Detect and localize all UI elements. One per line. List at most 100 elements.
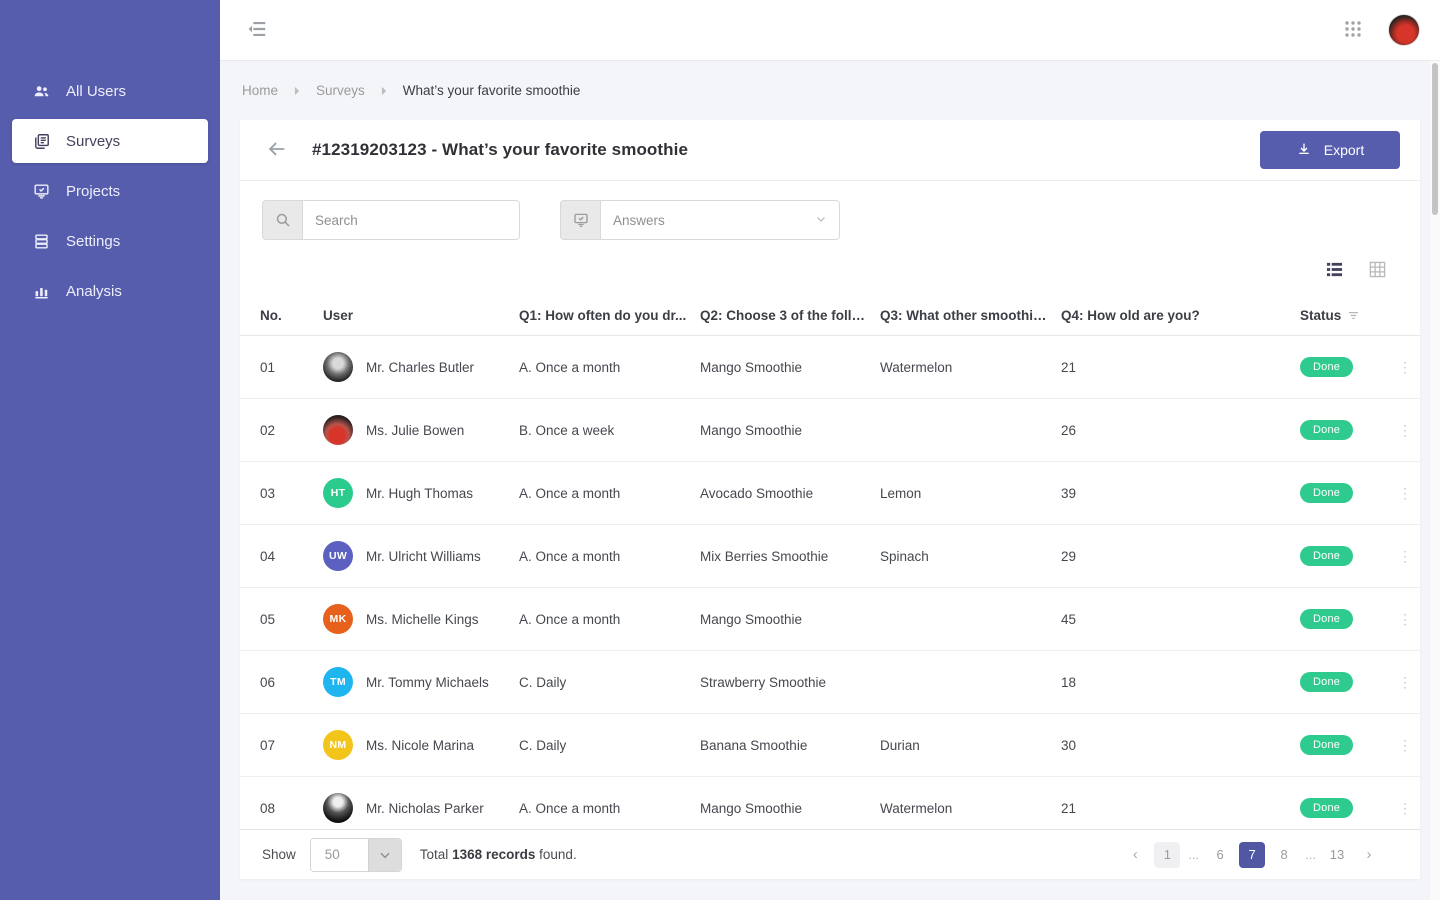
answers-select[interactable]: Answers — [600, 200, 840, 240]
pagination-page-13[interactable]: 13 — [1324, 842, 1350, 868]
sidebar-item-surveys[interactable]: Surveys — [12, 119, 208, 163]
cell-q4: 21 — [1061, 801, 1300, 816]
sidebar-item-analysis[interactable]: Analysis — [0, 266, 220, 316]
scrollbar-thumb[interactable] — [1432, 63, 1438, 215]
table-row: 01Mr. Charles ButlerA. Once a monthMango… — [240, 336, 1420, 399]
user-name: Mr. Hugh Thomas — [366, 486, 473, 501]
page-size-select[interactable]: 50 — [310, 838, 402, 872]
status-badge: Done — [1300, 672, 1353, 692]
topbar — [220, 0, 1440, 61]
list-view-icon — [1326, 261, 1343, 281]
cell-status: Done — [1300, 672, 1390, 692]
sidebar-item-label: Projects — [66, 183, 120, 200]
row-menu-button[interactable]: ⋮ — [1390, 743, 1420, 748]
cell-status: Done — [1300, 735, 1390, 755]
cell-q3: Spinach — [880, 549, 1061, 564]
breadcrumb: Home Surveys What’s your favorite smoothie — [220, 61, 1440, 120]
sidebar-collapse-button[interactable] — [242, 14, 272, 47]
total-records-text: Total 1368 records found. — [420, 847, 577, 862]
pagination-next-button[interactable]: › — [1356, 842, 1382, 868]
row-menu-button[interactable]: ⋮ — [1390, 365, 1420, 370]
breadcrumb-item-2: What’s your favorite smoothie — [403, 83, 581, 98]
row-menu-button[interactable]: ⋮ — [1390, 554, 1420, 559]
sidebar-item-label: Analysis — [66, 283, 122, 300]
row-menu-button[interactable]: ⋮ — [1390, 617, 1420, 622]
sidebar-nav: All Users Surveys Projects Settings Analysis — [0, 66, 220, 316]
sidebar-item-projects[interactable]: Projects — [0, 166, 220, 216]
cell-q2: Mango Smoothie — [700, 612, 880, 627]
main-area: Home Surveys What’s your favorite smoothie… — [220, 0, 1440, 900]
cell-user: TMMr. Tommy Michaels — [323, 667, 519, 697]
grid-view-button[interactable] — [1365, 257, 1390, 285]
sidebar-item-label: Settings — [66, 233, 120, 250]
row-menu-button[interactable]: ⋮ — [1390, 680, 1420, 685]
pagination-prev-button[interactable]: ‹ — [1122, 842, 1148, 868]
breadcrumb-item-1[interactable]: Surveys — [316, 83, 365, 98]
sidebar-item-label: All Users — [66, 83, 126, 100]
cell-q1: A. Once a month — [519, 612, 700, 627]
cell-q3: Watermelon — [880, 801, 1061, 816]
user-initials-avatar: HT — [323, 478, 353, 508]
cell-q2: Mango Smoothie — [700, 360, 880, 375]
view-toggle-row — [240, 240, 1420, 280]
pagination-page-6[interactable]: 6 — [1207, 842, 1233, 868]
user-initials-avatar: MK — [323, 604, 353, 634]
export-button[interactable]: Export — [1260, 131, 1400, 169]
user-avatar[interactable] — [1388, 14, 1420, 46]
table-row: 06TMMr. Tommy MichaelsC. DailyStrawberry… — [240, 651, 1420, 714]
sidebar-item-settings[interactable]: Settings — [0, 216, 220, 266]
topbar-right — [1340, 14, 1420, 46]
cell-q4: 45 — [1061, 612, 1300, 627]
scrollbar-track[interactable] — [1430, 61, 1440, 900]
chevron-down-icon — [368, 839, 401, 871]
indent-collapse-icon — [246, 18, 268, 43]
pagination-page-7[interactable]: 7 — [1239, 842, 1265, 868]
search-input[interactable] — [302, 200, 520, 240]
cell-q4: 18 — [1061, 675, 1300, 690]
list-view-button[interactable] — [1322, 257, 1347, 285]
pagination-page-1[interactable]: 1 — [1154, 842, 1180, 868]
sidebar-item-label: Surveys — [66, 133, 120, 150]
table-row: 02Ms. Julie BowenB. Once a weekMango Smo… — [240, 399, 1420, 462]
table-header: No.UserQ1: How often do you dr...Q2: Cho… — [240, 296, 1420, 336]
user-initials-avatar: TM — [323, 667, 353, 697]
cell-q4: 39 — [1061, 486, 1300, 501]
table-body: 01Mr. Charles ButlerA. Once a monthMango… — [240, 336, 1420, 840]
user-name: Mr. Nicholas Parker — [366, 801, 484, 816]
chevron-down-icon — [815, 213, 827, 228]
row-menu-button[interactable]: ⋮ — [1390, 491, 1420, 496]
sidebar: All Users Surveys Projects Settings Analysis — [0, 0, 220, 900]
cell-no: 07 — [260, 738, 323, 753]
cell-no: 01 — [260, 360, 323, 375]
cell-status: Done — [1300, 798, 1390, 818]
row-menu-button[interactable]: ⋮ — [1390, 428, 1420, 433]
row-menu-button[interactable]: ⋮ — [1390, 806, 1420, 811]
arrow-left-icon — [266, 138, 288, 163]
cell-q3: Watermelon — [880, 360, 1061, 375]
breadcrumb-item-0[interactable]: Home — [242, 83, 278, 98]
column-header-5: Q4: How old are you? — [1061, 308, 1300, 323]
surveys-icon — [32, 132, 51, 151]
sort-filter-icon[interactable] — [1347, 309, 1360, 322]
table-row: 04UWMr. Ulricht WilliamsA. Once a monthM… — [240, 525, 1420, 588]
user-photo-avatar — [323, 415, 353, 445]
cell-no: 05 — [260, 612, 323, 627]
cell-q1: C. Daily — [519, 675, 700, 690]
pagination-page-8[interactable]: 8 — [1271, 842, 1297, 868]
status-badge: Done — [1300, 483, 1353, 503]
pagination-ellipsis: ... — [1303, 847, 1318, 862]
apps-grid-button[interactable] — [1340, 16, 1366, 45]
cell-q2: Mango Smoothie — [700, 423, 880, 438]
cell-q4: 30 — [1061, 738, 1300, 753]
status-badge: Done — [1300, 735, 1353, 755]
app-root: All Users Surveys Projects Settings Analysis… — [0, 0, 1440, 900]
cell-q2: Strawberry Smoothie — [700, 675, 880, 690]
status-badge: Done — [1300, 546, 1353, 566]
sidebar-item-all-users[interactable]: All Users — [0, 66, 220, 116]
cell-status: Done — [1300, 483, 1390, 503]
user-photo-avatar — [323, 352, 353, 382]
status-badge: Done — [1300, 420, 1353, 440]
download-icon — [1296, 141, 1312, 160]
back-button[interactable] — [262, 134, 292, 167]
cell-user: Mr. Nicholas Parker — [323, 793, 519, 823]
